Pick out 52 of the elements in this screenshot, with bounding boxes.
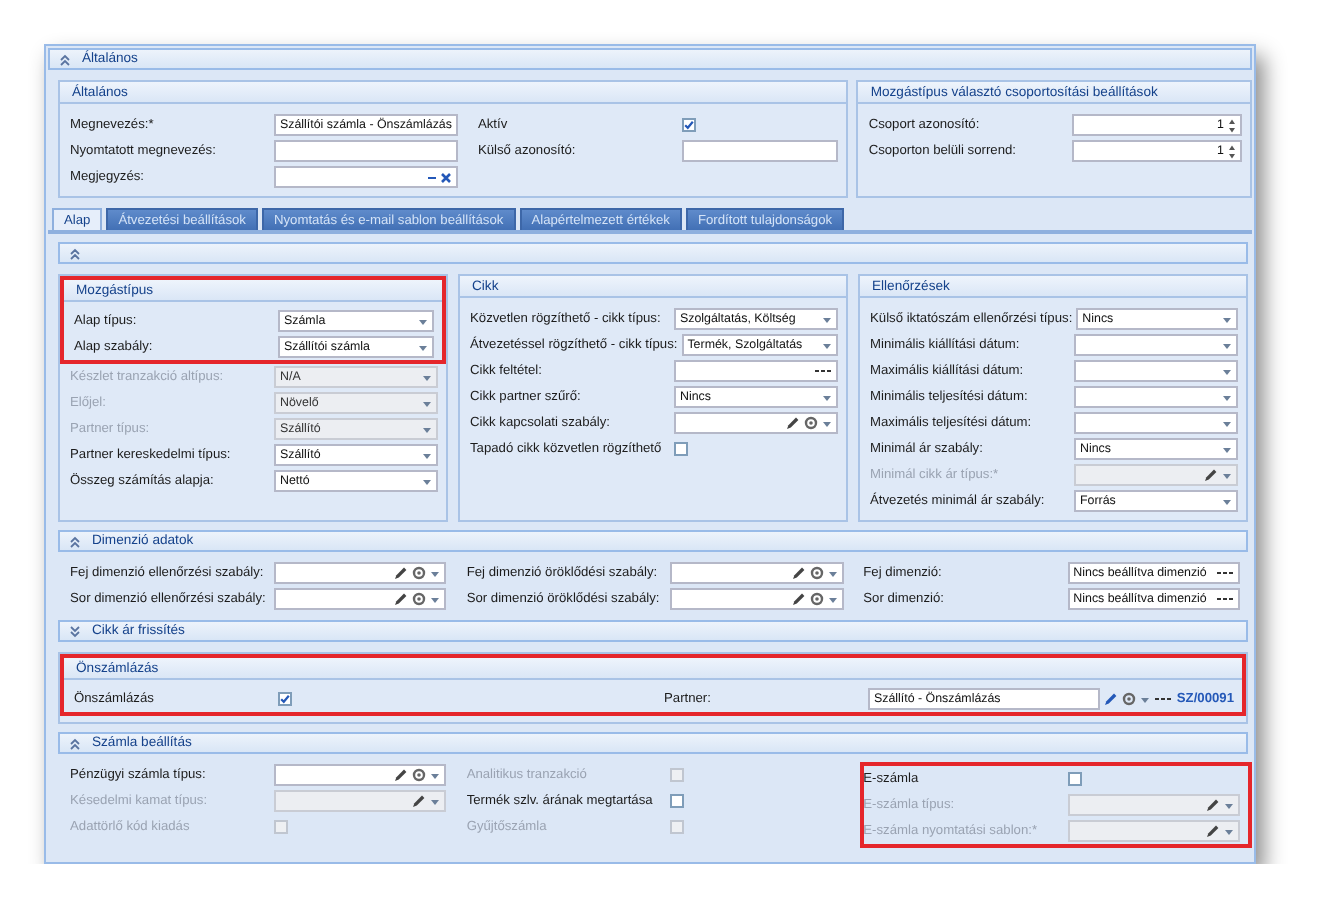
caret-icon[interactable] — [1222, 419, 1232, 427]
caret-icon[interactable] — [1222, 315, 1232, 323]
caret-icon[interactable] — [1222, 341, 1232, 349]
checkbox[interactable] — [278, 692, 292, 706]
lookup-field[interactable] — [274, 764, 447, 786]
caret-icon[interactable] — [1222, 367, 1232, 375]
gear-icon[interactable] — [412, 768, 427, 782]
lookup-field[interactable] — [274, 588, 447, 610]
caret-icon[interactable] — [418, 343, 428, 351]
text-field[interactable] — [681, 140, 839, 162]
spinner-icon[interactable] — [1228, 143, 1236, 159]
caret-icon[interactable] — [822, 393, 832, 401]
caret-icon[interactable] — [1222, 497, 1232, 505]
ellipsis-icon[interactable] — [1215, 596, 1234, 602]
collapse-icon[interactable] — [70, 535, 80, 547]
ellipsis-icon[interactable] — [1154, 696, 1173, 702]
collapse-icon[interactable] — [70, 247, 80, 259]
caret-icon[interactable] — [1222, 393, 1232, 401]
caret-icon[interactable] — [430, 595, 441, 603]
ellipsis-icon[interactable] — [1215, 570, 1234, 576]
expand-icon[interactable] — [70, 625, 80, 637]
picker-field[interactable] — [674, 360, 838, 382]
caret-icon[interactable] — [422, 477, 432, 485]
checkbox[interactable] — [681, 118, 696, 132]
pencil-icon[interactable] — [1104, 692, 1119, 706]
caret-icon[interactable] — [822, 315, 832, 323]
ellipsis-icon[interactable] — [814, 368, 832, 374]
collapse-icon[interactable] — [60, 53, 70, 65]
caret-icon[interactable] — [430, 569, 441, 577]
lookup-field[interactable] — [674, 412, 838, 434]
caret-icon[interactable] — [1140, 695, 1151, 703]
lookup-field[interactable] — [670, 562, 844, 584]
caret-icon[interactable] — [430, 771, 441, 779]
caret-icon[interactable] — [822, 419, 832, 427]
caret-icon[interactable] — [422, 451, 432, 459]
caret-icon[interactable] — [1222, 445, 1232, 453]
clear-icon[interactable] — [439, 171, 452, 183]
text-field[interactable] — [274, 166, 458, 188]
collapse-icon[interactable] — [70, 737, 80, 749]
lookup-field[interactable] — [274, 562, 447, 584]
checkbox[interactable] — [670, 794, 685, 808]
lookup-field[interactable] — [670, 588, 844, 610]
checkbox[interactable] — [674, 442, 688, 456]
caret-icon[interactable] — [822, 341, 832, 349]
gear-icon[interactable] — [1122, 692, 1137, 706]
spinner-icon[interactable] — [1228, 117, 1236, 133]
pencil-icon[interactable] — [786, 416, 800, 430]
gear-icon[interactable] — [804, 416, 818, 430]
caret-icon[interactable] — [827, 595, 838, 603]
caret-icon[interactable] — [418, 317, 428, 325]
caret-icon[interactable] — [827, 569, 838, 577]
text-field[interactable] — [274, 140, 458, 162]
